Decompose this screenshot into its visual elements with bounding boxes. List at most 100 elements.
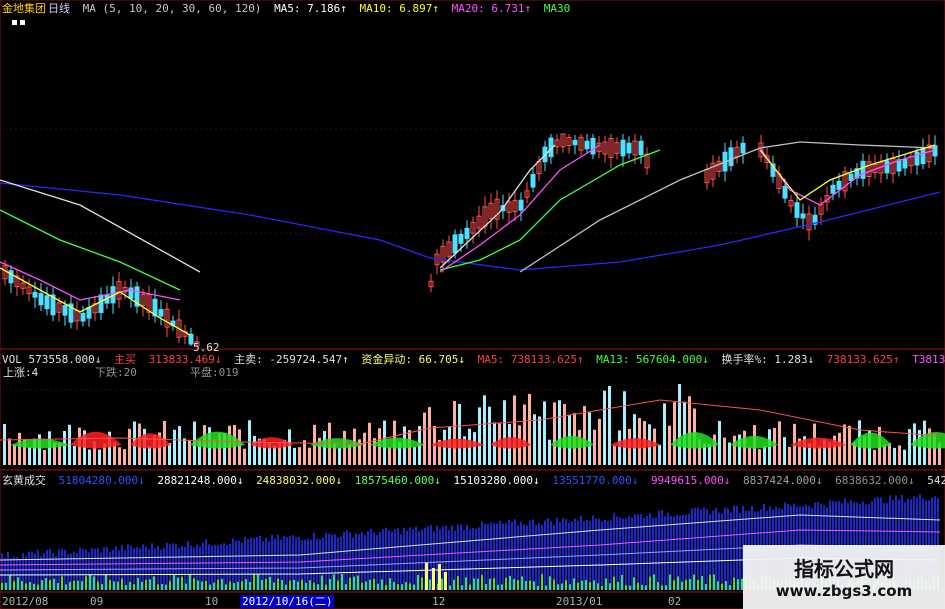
candle-body xyxy=(38,293,44,306)
volume-bar xyxy=(428,407,431,465)
candle-body xyxy=(626,142,632,154)
volume-bar xyxy=(618,430,621,465)
vol-ma5-value: MA5: 738133.625↑ xyxy=(477,353,584,366)
candle-body xyxy=(794,202,800,218)
volume-bar xyxy=(123,449,126,465)
turnover-yellow-bar xyxy=(444,572,447,590)
main-buy-value: 313833.469↓ xyxy=(148,353,222,366)
vol-header: VOL 573558.000↓ 主买 313833.469↓ 主卖: -2597… xyxy=(2,353,945,367)
x-label-selected-date[interactable]: 2012/10/16(二) xyxy=(240,595,335,608)
ma60-line xyxy=(0,179,201,273)
stock-chart xyxy=(0,0,945,609)
main-buy-label: 主买 xyxy=(113,353,136,366)
watermark: 指标公式网 www.zbgs3.com xyxy=(743,545,945,609)
volume-bar xyxy=(918,429,921,465)
volume-bar xyxy=(588,412,591,465)
x-label-1: 09 xyxy=(90,595,104,608)
candle-body xyxy=(740,142,746,154)
volume-bar xyxy=(623,391,626,465)
volume-bar xyxy=(653,428,656,465)
candle-body xyxy=(848,173,854,181)
volume-bar xyxy=(373,438,376,465)
turnover-yellow-bar xyxy=(425,562,428,590)
volume-bar xyxy=(788,446,791,465)
candle-body xyxy=(62,305,68,316)
volume-bar xyxy=(748,447,751,465)
volume-bar xyxy=(483,395,486,465)
volume-bar xyxy=(118,447,121,465)
volume-bar xyxy=(473,432,476,465)
volume-bar xyxy=(543,401,546,465)
candle-body xyxy=(836,180,842,190)
fund-flow-value: 资金异动: 66.705↓ xyxy=(361,353,466,366)
volume-bar xyxy=(8,438,11,465)
volume-bar xyxy=(683,401,686,465)
volume-bar xyxy=(28,447,31,465)
x-label-2[interactable]: 10 xyxy=(205,595,218,608)
volume-bar xyxy=(243,448,246,465)
fund-flow-band xyxy=(190,431,246,449)
volume-bar xyxy=(238,429,241,465)
candle-body xyxy=(572,139,578,146)
x-label-0: 2012/08 xyxy=(2,595,49,608)
stock-name: 金地集团 xyxy=(2,2,46,15)
volume-bar xyxy=(553,402,556,465)
candle-body xyxy=(584,140,590,150)
volume-bar xyxy=(908,429,911,465)
volume-bar xyxy=(613,445,616,465)
fund-flow-band xyxy=(670,432,720,449)
price-header: 金地集团 日线 MA (5, 10, 20, 30, 60, 120) MA5: … xyxy=(2,2,576,16)
x-label-4: 12 xyxy=(432,595,446,608)
volume-bar xyxy=(848,425,851,465)
volume-bar xyxy=(13,444,16,465)
volume-bar xyxy=(603,390,606,465)
candle-body xyxy=(98,294,104,313)
ma30-line xyxy=(0,209,181,291)
volume-bar xyxy=(558,400,561,465)
volume-bar xyxy=(528,393,531,465)
volume-bar xyxy=(783,437,786,465)
fund-flow-band xyxy=(550,435,595,449)
ma10-value: MA10: 6.897↑ xyxy=(359,2,440,15)
fund-flow-band xyxy=(70,431,122,449)
volume-bar xyxy=(323,431,326,465)
volume-bar xyxy=(713,434,716,465)
candle-body xyxy=(8,270,14,284)
ma60-line-b xyxy=(519,141,936,273)
volume-bar xyxy=(368,422,371,465)
volume-bar xyxy=(183,438,186,465)
volume-bar xyxy=(503,400,506,465)
volume-bar xyxy=(73,445,76,465)
volume-bar xyxy=(293,447,296,465)
candle-body xyxy=(800,213,806,219)
candle-body xyxy=(158,309,164,317)
bottom-v7: 9949615.000↓ xyxy=(650,474,731,487)
volume-bar xyxy=(178,426,181,465)
volume-bar xyxy=(608,386,611,465)
volume-bar xyxy=(458,403,461,465)
bottom-v9: 6838632.000↓ xyxy=(835,474,915,487)
bottom-v6: 13551770.000↓ xyxy=(552,474,639,487)
price-panel xyxy=(0,133,941,347)
volume-bar xyxy=(883,444,886,465)
candle-body xyxy=(902,158,908,169)
watermark-title: 指标公式网 xyxy=(794,557,894,581)
volume-bar xyxy=(758,449,761,465)
fund-flow-band xyxy=(850,432,892,449)
volume-bar xyxy=(338,448,341,465)
bottom-v3: 24838032.000↓ xyxy=(256,474,343,487)
volume-bar xyxy=(903,449,906,465)
volume-bar xyxy=(253,435,256,465)
volume-bar xyxy=(563,404,566,465)
bottom-title: 玄黄成交 xyxy=(2,474,46,487)
volume-bar xyxy=(898,445,901,465)
up-count: 上涨:4 xyxy=(3,366,39,379)
x-label-6: 02 xyxy=(668,595,682,608)
down-count: 下跌:20 xyxy=(95,366,137,379)
candle-body xyxy=(860,160,866,179)
volume-bar xyxy=(778,421,781,465)
volume-bar xyxy=(188,440,191,465)
volume-bar xyxy=(688,396,691,465)
candle-body xyxy=(86,306,92,319)
volume-bar xyxy=(818,445,821,465)
